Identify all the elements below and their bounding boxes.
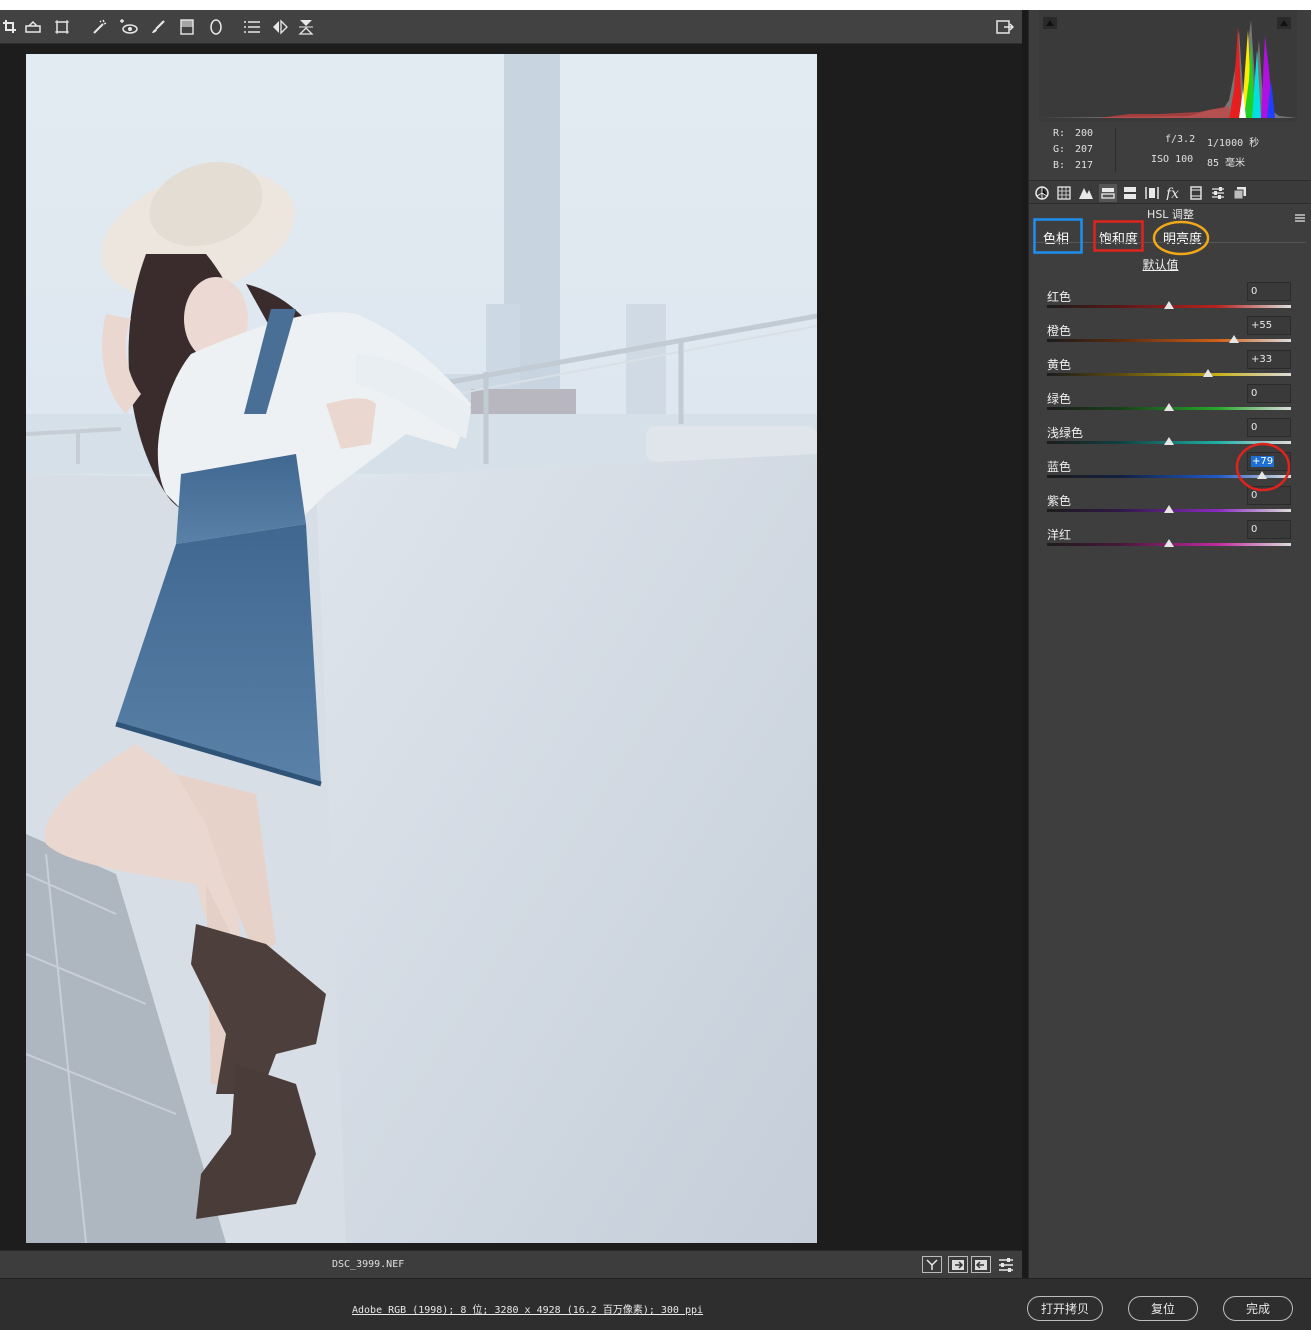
filename-label: DSC_3999.NEF [332,1259,405,1270]
b-label: B: [1053,160,1066,171]
slider-track[interactable] [1047,339,1291,342]
panel-tab-icons: fx [1029,180,1311,204]
before-after-toggle-icon[interactable] [922,1256,942,1273]
r-value: 200 [1075,128,1094,139]
svg-text:fx: fx [1166,186,1179,200]
slider-thumb[interactable] [1164,539,1174,547]
slider-value-field[interactable]: +33 [1247,350,1291,369]
workflow-options-link[interactable]: Adobe RGB (1998); 8 位; 3280 x 4928 (16.2… [352,1301,703,1316]
slider-value-text: +33 [1251,354,1273,365]
slider-value-text: 0 [1251,490,1258,501]
presets-icon[interactable] [1209,184,1227,202]
snapshots-icon[interactable] [1231,184,1249,202]
presets-list-icon[interactable] [242,17,262,37]
slider-label: 蓝色 [1047,460,1072,474]
slider-thumb[interactable] [1228,335,1239,343]
aperture-value: f/3.2 [1165,134,1196,145]
histogram [1039,10,1297,122]
open-copy-button[interactable]: 打开拷贝 [1027,1296,1103,1321]
done-button[interactable]: 完成 [1223,1296,1293,1321]
graduated-filter-icon[interactable] [177,17,197,37]
focal-length-value: 85 毫米 [1207,158,1246,169]
slider-track[interactable] [1047,373,1291,376]
slider-thumb[interactable] [1257,471,1268,479]
export-icon[interactable] [995,17,1015,37]
slider-thumb[interactable] [1164,301,1174,309]
radial-filter-icon[interactable] [206,17,226,37]
tone-curve-icon[interactable] [1055,184,1073,202]
slider-value-field[interactable]: 0 [1247,384,1291,403]
filename-bar: DSC_3999.NEF [0,1250,1022,1278]
iso-value: ISO 100 [1151,154,1194,165]
shutter-value: 1/1000 秒 [1207,138,1260,149]
r-label: R: [1053,128,1066,139]
shadow-clipping-icon[interactable] [1043,14,1057,29]
slider-value-field[interactable]: 0 [1247,282,1291,301]
slider-label: 黄色 [1047,358,1072,372]
slider-value-text: +79 [1251,456,1275,467]
transform-icon[interactable] [52,17,72,37]
reset-button[interactable]: 复位 [1128,1296,1198,1321]
default-link[interactable]: 默认值 [1029,256,1292,273]
slider-thumb[interactable] [1164,437,1174,445]
tab-underline [1033,242,1306,243]
settings-toggle-icon[interactable] [996,1255,1016,1275]
slider-value-text: +55 [1251,320,1273,331]
effects-fx-icon[interactable]: fx [1165,184,1183,202]
slider-label: 红色 [1047,290,1072,304]
camera-calibration-icon[interactable] [1187,184,1205,202]
tool-bar [0,10,1022,44]
window-top-strip [0,0,1311,10]
readout-divider [1115,128,1116,172]
panel-title: HSL 调整 [1147,208,1194,221]
red-eye-icon[interactable] [118,17,138,37]
tab-luminance[interactable]: 明亮度 [1155,222,1211,252]
spot-removal-icon[interactable] [90,17,110,37]
adjustment-brush-icon[interactable] [148,17,168,37]
crop-icon[interactable] [0,17,20,37]
split-toning-icon[interactable] [1121,184,1139,202]
flip-icon[interactable] [296,17,316,37]
g-value: 207 [1075,144,1094,155]
slider-value-field[interactable]: 0 [1247,418,1291,437]
slider-row: 洋红 0 [1047,520,1291,560]
tab-hue[interactable]: 色相 [1035,222,1083,252]
slider-value-field[interactable]: +79 [1247,452,1291,471]
tab-saturation[interactable]: 饱和度 [1091,222,1145,252]
slider-value-field[interactable]: 0 [1247,520,1291,539]
slider-thumb[interactable] [1164,403,1174,411]
b-value: 217 [1075,160,1094,171]
slider-label: 紫色 [1047,494,1072,508]
slider-label: 浅绿色 [1047,426,1084,440]
adjustments-panel: R: 200 G: 207 B: 217 f/3.2 1/1000 秒 ISO 100… [1028,10,1311,1278]
copy-settings-icon[interactable] [971,1256,991,1273]
slider-value-field[interactable]: 0 [1247,486,1291,505]
slider-value-text: 0 [1251,422,1258,433]
rotate-icon[interactable] [270,17,290,37]
slider-value-text: 0 [1251,388,1258,399]
panel-menu-icon[interactable] [1295,208,1305,222]
slider-value-text: 0 [1251,286,1258,297]
rgb-exif-readout: R: 200 G: 207 B: 217 f/3.2 1/1000 秒 ISO 100… [1039,126,1299,176]
basic-panel-icon[interactable] [1033,184,1051,202]
footer-bar: Adobe RGB (1998); 8 位; 3280 x 4928 (16.2… [0,1278,1311,1330]
lens-corrections-icon[interactable] [1143,184,1161,202]
g-label: G: [1053,144,1066,155]
slider-label: 绿色 [1047,392,1072,406]
slider-thumb[interactable] [1202,369,1213,377]
slider-value-text: 0 [1251,524,1258,535]
detail-icon[interactable] [1077,184,1095,202]
slider-thumb[interactable] [1164,505,1174,513]
swap-settings-icon[interactable] [948,1256,968,1273]
slider-value-field[interactable]: +55 [1247,316,1291,335]
straighten-icon[interactable] [23,17,43,37]
slider-label: 橙色 [1047,324,1072,338]
slider-label: 洋红 [1047,528,1072,542]
highlight-clipping-icon[interactable] [1277,14,1291,29]
photo-preview[interactable] [26,54,817,1243]
hsl-panel-icon[interactable] [1099,184,1117,202]
slider-track[interactable] [1047,475,1291,478]
